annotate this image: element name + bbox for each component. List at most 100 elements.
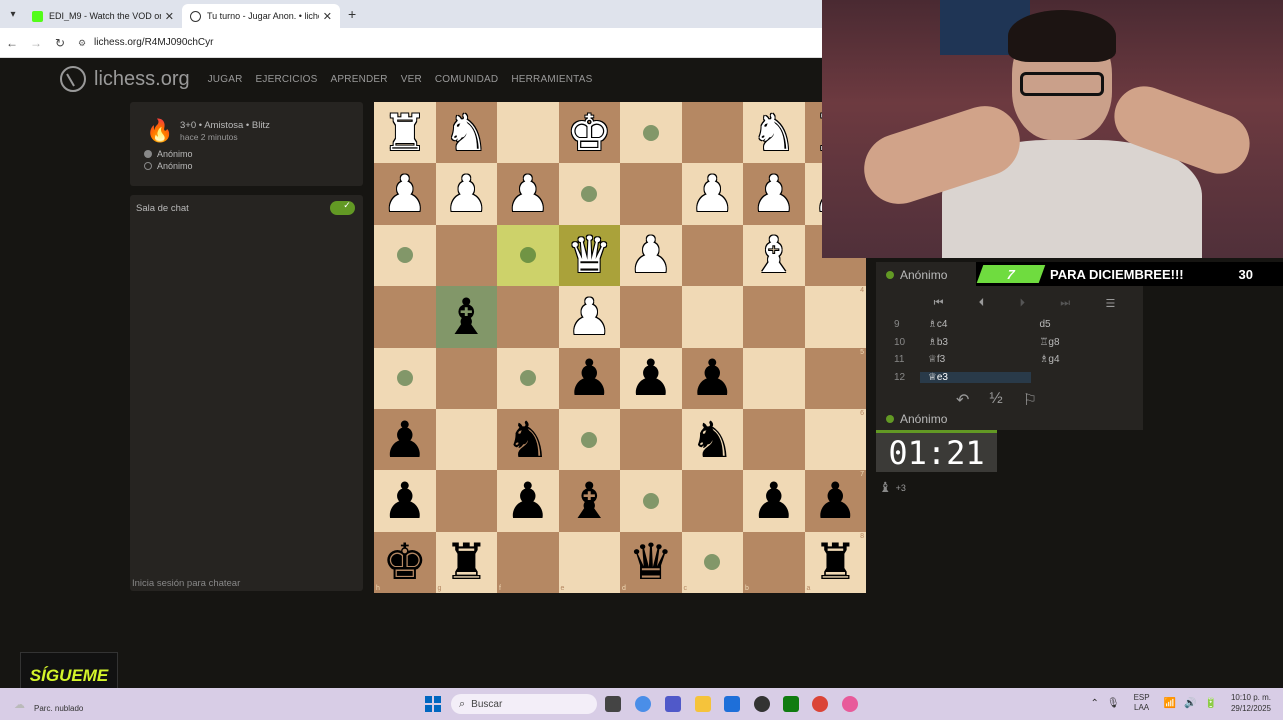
black-rook-icon[interactable]: ♜: [813, 537, 858, 587]
move-hint-dot[interactable]: [581, 431, 598, 448]
board-square[interactable]: [681, 224, 743, 287]
white-pawn-icon[interactable]: ♟: [628, 230, 673, 280]
black-pawn-icon[interactable]: ♟: [567, 353, 612, 403]
board-square[interactable]: ♞: [743, 102, 805, 164]
tab-search-icon[interactable]: ▾: [2, 3, 24, 25]
board-square[interactable]: ♟: [374, 470, 436, 532]
board-square[interactable]: ♞: [681, 408, 743, 471]
new-tab-icon[interactable]: +: [348, 6, 356, 22]
move-hint-dot[interactable]: [519, 247, 536, 264]
white-pawn-icon[interactable]: ♟: [690, 169, 735, 219]
white-rook-icon[interactable]: ♜: [382, 108, 427, 158]
move-hint-dot[interactable]: [519, 370, 536, 387]
board-square[interactable]: ♟: [558, 286, 620, 348]
board-square[interactable]: ♟: [743, 470, 805, 532]
forward-icon[interactable]: →: [24, 36, 48, 50]
black-pawn-icon[interactable]: ♟: [628, 353, 673, 403]
board-square[interactable]: [743, 347, 805, 409]
white-pawn-icon[interactable]: ♟: [444, 169, 489, 219]
board-square[interactable]: ♛: [558, 224, 620, 287]
white-move[interactable]: ♗c4: [920, 319, 1032, 330]
white-knight-icon[interactable]: ♞: [751, 108, 796, 158]
tab-kick[interactable]: EDI_M9 - Watch the VOD on Ki ✕: [24, 4, 182, 28]
resign-flag-icon[interactable]: ⚐: [1023, 390, 1037, 410]
board-square[interactable]: ♟: [497, 163, 559, 225]
back-icon[interactable]: ←: [0, 36, 24, 50]
board-square[interactable]: e: [558, 531, 620, 594]
chevron-up-icon[interactable]: ⌃: [1090, 698, 1098, 709]
black-pawn-icon[interactable]: ♟: [690, 353, 735, 403]
board-square[interactable]: [374, 286, 436, 348]
nav-ejercicios[interactable]: EJERCICIOS: [256, 74, 318, 85]
close-icon[interactable]: ✕: [165, 10, 174, 23]
offer-draw-button[interactable]: ½: [989, 390, 1002, 410]
volume-icon[interactable]: 🔊: [1184, 698, 1196, 709]
white-king-icon[interactable]: ♚: [567, 108, 612, 158]
opera-icon[interactable]: [842, 696, 858, 712]
board-square[interactable]: [558, 408, 620, 471]
next-move-icon[interactable]: ⏵: [1020, 297, 1026, 310]
opponent-name[interactable]: Anónimo: [900, 268, 947, 282]
menu-icon[interactable]: ☰: [1105, 297, 1115, 310]
chessboard[interactable]: ♜♞♚♞♜♟♟♟♟♟♟♛♟♝♝♟4♟♟♟5♟♞♞6♟♟♝♟♟7♚h♜gfe♛dc…: [374, 102, 866, 594]
chrome-icon[interactable]: [812, 696, 828, 712]
board-square[interactable]: 6: [804, 408, 866, 471]
board-square[interactable]: ♟: [681, 163, 743, 225]
white-move[interactable]: ♕f3: [920, 354, 1032, 365]
board-square[interactable]: 5: [804, 347, 866, 409]
white-knight-icon[interactable]: ♞: [444, 108, 489, 158]
board-square[interactable]: [374, 224, 436, 287]
site-logo[interactable]: lichess.org: [94, 68, 190, 91]
nav-aprender[interactable]: APRENDER: [331, 74, 388, 85]
board-square[interactable]: ♟: [497, 470, 559, 532]
board-square[interactable]: ♜ 8 a: [804, 531, 866, 594]
board-square[interactable]: ♝: [558, 470, 620, 532]
site-info-icon[interactable]: ⚙: [78, 38, 88, 48]
board-square[interactable]: [681, 102, 743, 164]
black-move[interactable]: ♗g4: [1031, 354, 1143, 365]
black-queen-icon[interactable]: ♛: [628, 537, 673, 587]
black-bishop-icon[interactable]: ♝: [567, 476, 612, 526]
move-hint-dot[interactable]: [642, 124, 659, 141]
move-hint-dot[interactable]: [396, 247, 413, 264]
language-indicator[interactable]: ESP LAA: [1134, 693, 1150, 713]
board-square[interactable]: ♟: [620, 224, 682, 287]
windows-start-icon[interactable]: [425, 696, 441, 712]
white-move[interactable]: ♗b3: [920, 337, 1032, 348]
move-hint-dot[interactable]: [396, 370, 413, 387]
board-square[interactable]: ♛ d: [620, 531, 682, 594]
board-square[interactable]: [620, 102, 682, 164]
board-square[interactable]: [435, 408, 497, 471]
board-square[interactable]: [620, 286, 682, 348]
board-square[interactable]: ♝: [435, 286, 497, 348]
microphone-icon[interactable]: 🎙: [1107, 698, 1120, 709]
prev-move-icon[interactable]: ⏴: [979, 297, 985, 310]
reload-icon[interactable]: ↻: [48, 36, 72, 50]
board-square[interactable]: ♟: [558, 347, 620, 409]
board-square[interactable]: 4: [804, 286, 866, 348]
board-square[interactable]: ♞: [435, 102, 497, 164]
black-knight-icon[interactable]: ♞: [505, 415, 550, 465]
takeback-icon[interactable]: ↶: [956, 390, 969, 410]
black-knight-icon[interactable]: ♞: [690, 415, 735, 465]
player-name[interactable]: Anónimo: [157, 161, 193, 171]
black-rook-icon[interactable]: ♜: [444, 537, 489, 587]
lichess-logo-icon[interactable]: [60, 66, 86, 92]
last-move-icon[interactable]: ⏭: [1060, 297, 1070, 310]
board-square[interactable]: [620, 408, 682, 471]
black-pawn-icon[interactable]: ♟: [751, 476, 796, 526]
board-square[interactable]: ♟ 7: [804, 470, 866, 532]
board-square[interactable]: ♟: [681, 347, 743, 409]
nav-ver[interactable]: VER: [401, 74, 422, 85]
board-square[interactable]: [435, 347, 497, 409]
move-hint-dot[interactable]: [642, 493, 659, 510]
move-hint-dot[interactable]: [581, 186, 598, 203]
first-move-icon[interactable]: ⏮: [934, 297, 944, 310]
nav-herramientas[interactable]: HERRAMIENTAS: [511, 74, 592, 85]
white-bishop-icon[interactable]: ♝: [751, 230, 796, 280]
store-icon[interactable]: [724, 696, 740, 712]
white-move[interactable]: ♕e3: [919, 371, 1032, 383]
board-square[interactable]: [743, 286, 805, 348]
board-square[interactable]: [497, 347, 559, 409]
board-square[interactable]: ♟: [435, 163, 497, 225]
